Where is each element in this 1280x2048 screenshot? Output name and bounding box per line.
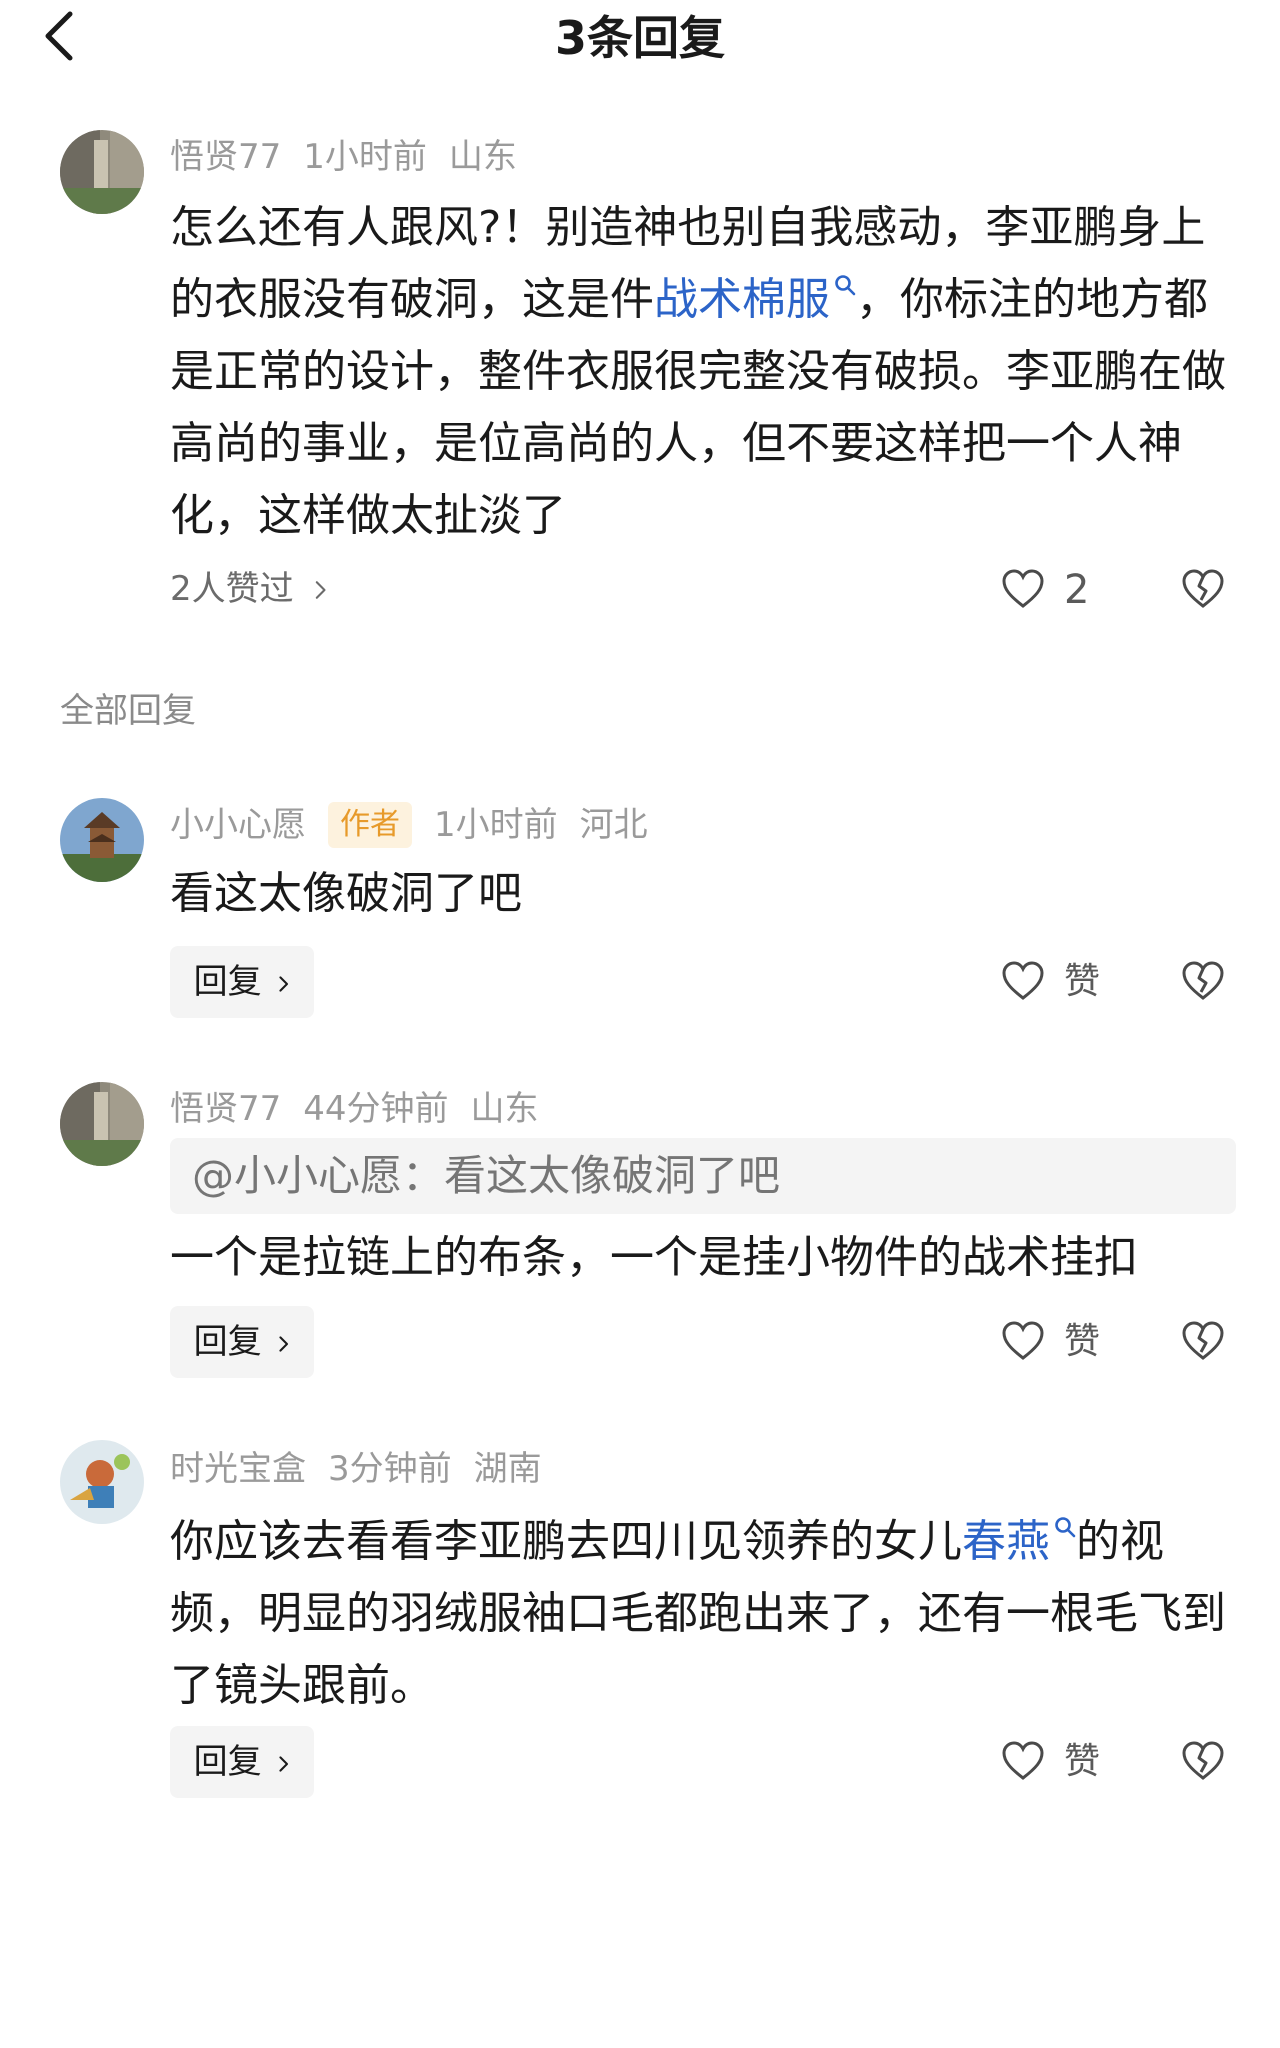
- timestamp: 3分钟前: [328, 1449, 452, 1489]
- reply-button[interactable]: 回复: [170, 1726, 314, 1798]
- chevron-right-icon: [279, 976, 289, 992]
- quoted-reply[interactable]: @小小心愿：看这太像破洞了吧: [170, 1138, 1236, 1214]
- search-link[interactable]: 战术棉服: [654, 274, 856, 325]
- location: 山东: [470, 1089, 539, 1129]
- search-link[interactable]: 春燕: [962, 1516, 1076, 1567]
- avatar-image: [60, 130, 144, 214]
- broken-heart-icon: [1182, 961, 1224, 1000]
- chevron-right-icon: [279, 1336, 289, 1352]
- heart-outline-icon: [1002, 1741, 1044, 1780]
- comment-meta: 小小心愿 作者 1小时前 河北: [170, 800, 670, 850]
- avatar[interactable]: [60, 1082, 144, 1166]
- magnifier-icon: [1055, 1517, 1076, 1538]
- location: 河北: [579, 805, 648, 845]
- search-link-label: 春燕: [962, 1516, 1050, 1567]
- search-link-label: 战术棉服: [654, 274, 830, 325]
- avatar-image: [60, 1440, 144, 1524]
- comment-meta: 悟贤77 1小时前 山东: [170, 132, 539, 182]
- likes-summary[interactable]: 2人赞过: [170, 565, 328, 613]
- comment-meta: 时光宝盒 3分钟前 湖南: [170, 1444, 564, 1494]
- broken-heart-icon: [1182, 569, 1224, 608]
- likes-summary-label: 2人赞过: [170, 569, 294, 609]
- chevron-right-icon: [279, 1756, 289, 1772]
- avatar-image: [60, 1082, 144, 1166]
- reply-button-label: 回复: [193, 1322, 262, 1362]
- dislike-button[interactable]: [1180, 566, 1226, 612]
- like-label: 赞: [1064, 1741, 1101, 1782]
- section-label: 全部回复: [60, 691, 196, 731]
- page-title: 3条回复: [554, 11, 725, 65]
- location: 湖南: [473, 1449, 542, 1489]
- comment-text: 你应该去看看李亚鹏去四川见领养的女儿春燕 的视频，明显的羽绒服袖口毛都跑出来了，还…: [170, 1506, 1230, 1722]
- heart-outline-icon: [1002, 569, 1044, 608]
- reply-button[interactable]: 回复: [170, 946, 314, 1018]
- comment-text-part: 你应该去看看李亚鹏去四川见领养的女儿: [170, 1516, 962, 1567]
- broken-heart-icon: [1182, 1321, 1224, 1360]
- like-count: 2: [1064, 567, 1090, 613]
- username[interactable]: 悟贤77: [170, 1089, 281, 1129]
- location: 山东: [448, 137, 517, 177]
- avatar-image: [60, 798, 144, 882]
- author-badge: 作者: [328, 802, 412, 848]
- magnifier-icon: [835, 275, 856, 296]
- heart-outline-icon: [1002, 961, 1044, 1000]
- dislike-button[interactable]: [1180, 958, 1226, 1004]
- reply-button-label: 回复: [193, 1742, 262, 1782]
- dislike-button[interactable]: [1180, 1318, 1226, 1364]
- avatar[interactable]: [60, 798, 144, 882]
- dislike-button[interactable]: [1180, 1738, 1226, 1784]
- like-label: 赞: [1064, 1321, 1101, 1362]
- like-label: 赞: [1064, 961, 1101, 1002]
- comment-meta: 悟贤77 44分钟前 山东: [170, 1084, 561, 1134]
- reply-button-label: 回复: [193, 962, 262, 1002]
- timestamp: 1小时前: [303, 137, 427, 177]
- timestamp: 44分钟前: [303, 1089, 449, 1129]
- comment-text: 怎么还有人跟风?！别造神也别自我感动，李亚鹏身上的衣服没有破洞，这是件战术棉服，…: [170, 192, 1230, 552]
- reply-button[interactable]: 回复: [170, 1306, 314, 1378]
- timestamp: 1小时前: [434, 805, 558, 845]
- chevron-right-icon: [316, 581, 327, 599]
- comment-text: 看这太像破洞了吧: [170, 868, 522, 919]
- username[interactable]: 小小心愿: [170, 805, 306, 845]
- username[interactable]: 悟贤77: [170, 137, 281, 177]
- broken-heart-icon: [1182, 1741, 1224, 1780]
- username[interactable]: 时光宝盒: [170, 1449, 306, 1489]
- avatar[interactable]: [60, 1440, 144, 1524]
- comment-text: 一个是拉链上的布条，一个是挂小物件的战术挂扣: [170, 1232, 1138, 1283]
- heart-outline-icon: [1002, 1321, 1044, 1360]
- header: 3条回复: [0, 0, 1280, 76]
- avatar[interactable]: [60, 130, 144, 214]
